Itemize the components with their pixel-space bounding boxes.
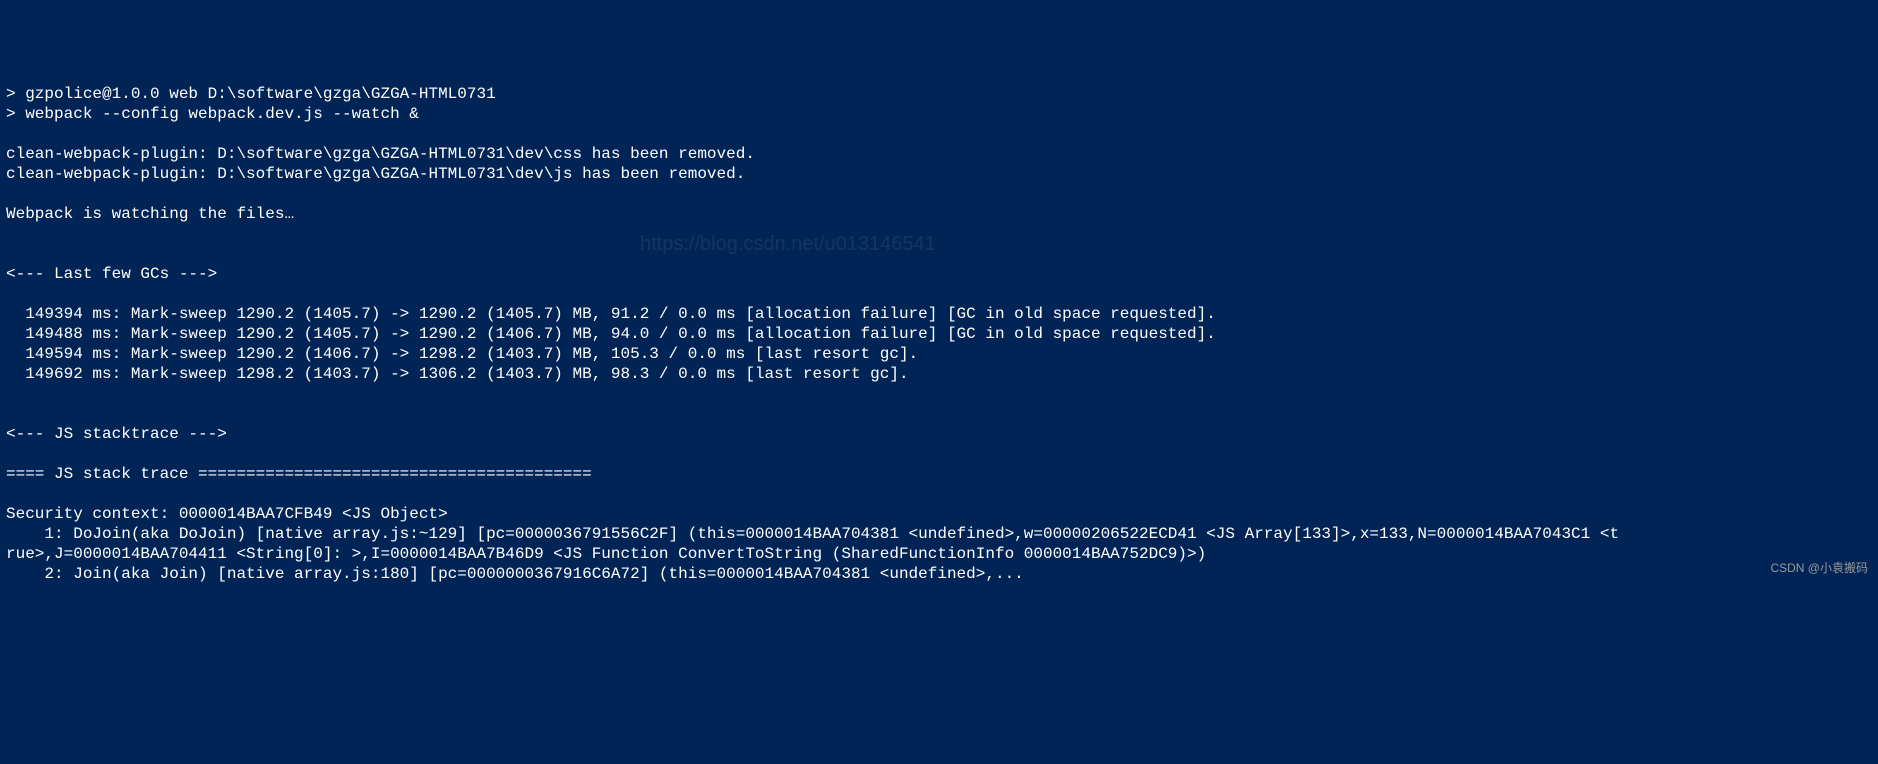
terminal-line: clean-webpack-plugin: D:\software\gzga\G… — [6, 164, 1872, 184]
terminal-line: <--- Last few GCs ---> — [6, 264, 1872, 284]
terminal-line: 149394 ms: Mark-sweep 1290.2 (1405.7) ->… — [6, 304, 1872, 324]
terminal-line: 149488 ms: Mark-sweep 1290.2 (1405.7) ->… — [6, 324, 1872, 344]
terminal-line: Webpack is watching the files… — [6, 204, 1872, 224]
terminal-line: 1: DoJoin(aka DoJoin) [native array.js:~… — [6, 524, 1872, 544]
terminal-line: 149594 ms: Mark-sweep 1290.2 (1406.7) ->… — [6, 344, 1872, 364]
terminal-line: ==== JS stack trace ====================… — [6, 464, 1872, 484]
terminal-output[interactable]: > gzpolice@1.0.0 web D:\software\gzga\GZ… — [6, 84, 1872, 584]
terminal-line: rue>,J=0000014BAA704411 <String[0]: >,I=… — [6, 544, 1872, 564]
terminal-line: clean-webpack-plugin: D:\software\gzga\G… — [6, 144, 1872, 164]
terminal-line — [6, 124, 1872, 144]
terminal-line: > webpack --config webpack.dev.js --watc… — [6, 104, 1872, 124]
terminal-line — [6, 404, 1872, 424]
terminal-line: 2: Join(aka Join) [native array.js:180] … — [6, 564, 1872, 584]
terminal-line: > gzpolice@1.0.0 web D:\software\gzga\GZ… — [6, 84, 1872, 104]
attribution-text: CSDN @小袁搬码 — [1770, 561, 1868, 576]
terminal-line — [6, 184, 1872, 204]
terminal-line — [6, 284, 1872, 304]
terminal-line: 149692 ms: Mark-sweep 1298.2 (1403.7) ->… — [6, 364, 1872, 384]
terminal-line — [6, 224, 1872, 244]
terminal-line — [6, 484, 1872, 504]
terminal-line — [6, 384, 1872, 404]
terminal-line: Security context: 0000014BAA7CFB49 <JS O… — [6, 504, 1872, 524]
terminal-line: <--- JS stacktrace ---> — [6, 424, 1872, 444]
terminal-line — [6, 244, 1872, 264]
terminal-line — [6, 444, 1872, 464]
